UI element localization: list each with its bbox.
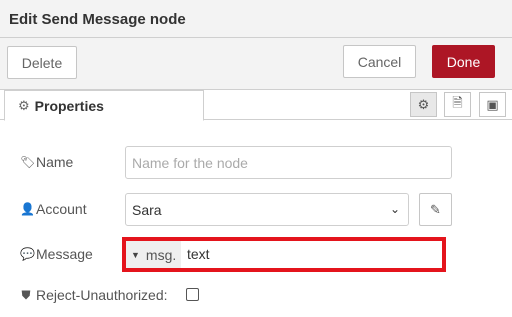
cancel-button[interactable]: Cancel [343, 45, 416, 78]
pencil-icon: ✎ [430, 201, 441, 217]
account-label-row: 👤 Account [20, 201, 87, 217]
chevron-down-icon: ⌄ [389, 202, 400, 216]
message-type-label: msg. [145, 246, 177, 263]
description-tab-button[interactable]: 🗎 [444, 92, 471, 117]
tab-bar: ⚙ Properties ⚙ 🗎 ▣ [0, 90, 512, 121]
name-label-row: 🏷 Name [20, 154, 73, 170]
comment-icon: 💬 [20, 247, 35, 261]
tab-properties[interactable]: ⚙ Properties [4, 90, 204, 121]
user-icon: 👤 [20, 202, 35, 216]
reject-unauthorized-label: Reject-Unauthorized: [36, 287, 168, 303]
tab-properties-label: Properties [34, 97, 104, 114]
name-label: Name [36, 154, 74, 170]
reject-unauthorized-row: ⛊ Reject-Unauthorized: [20, 287, 168, 303]
document-icon: 🗎 [452, 94, 463, 110]
frame-icon: ▣ [486, 96, 499, 112]
gear-icon: ⚙ [417, 96, 430, 112]
edit-account-button[interactable]: ✎ [419, 193, 452, 226]
action-bar: Delete Cancel Done [0, 38, 512, 90]
tag-icon: 🏷 [20, 155, 36, 169]
account-select[interactable]: Sara ⌄ [125, 193, 409, 226]
done-button[interactable]: Done [432, 45, 495, 78]
dialog-title: Edit Send Message node [0, 0, 512, 38]
message-typed-input[interactable]: ▼ msg. text [122, 237, 446, 272]
name-input[interactable]: Name for the node [125, 146, 452, 179]
caret-down-icon: ▼ [131, 249, 140, 260]
message-value[interactable]: text [187, 246, 210, 262]
shield-icon: ⛊ [21, 287, 31, 302]
gear-tab-button[interactable]: ⚙ [410, 92, 437, 117]
message-label-row: 💬 Message [20, 246, 93, 262]
message-type-selector[interactable]: ▼ msg. [126, 241, 181, 268]
account-select-value: Sara [132, 201, 162, 218]
reject-unauthorized-checkbox[interactable] [186, 288, 199, 301]
message-label: Message [36, 246, 93, 262]
gear-icon: ⚙ [18, 97, 30, 113]
appearance-tab-button[interactable]: ▣ [479, 92, 506, 117]
delete-button[interactable]: Delete [7, 46, 77, 79]
account-label: Account [36, 201, 87, 217]
